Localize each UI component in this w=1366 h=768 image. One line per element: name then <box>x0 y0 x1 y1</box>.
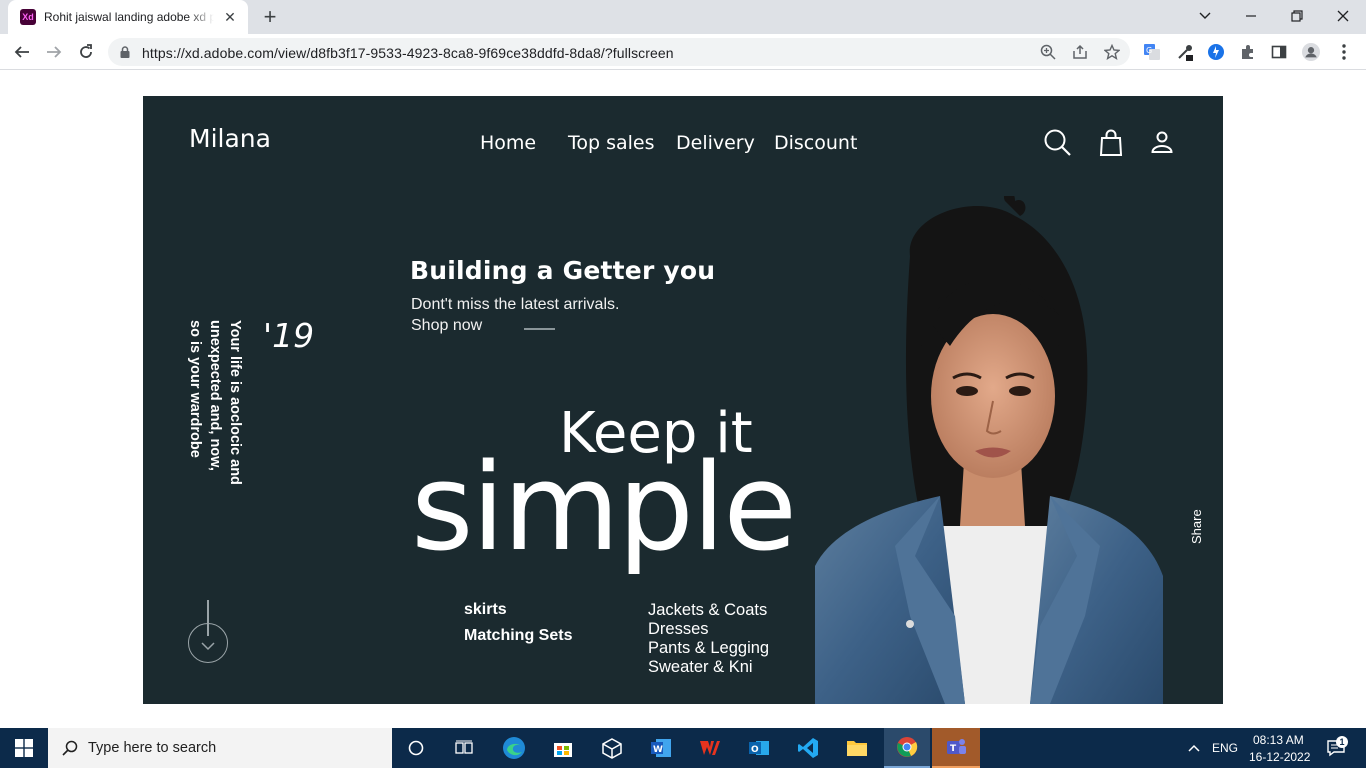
new-tab-icon[interactable]: + <box>258 6 282 30</box>
blue-extension-icon[interactable] <box>1207 43 1225 61</box>
back-arrow-icon[interactable] <box>10 40 34 64</box>
shop-now-dash <box>524 328 555 330</box>
show-hidden-icons-chevron-icon[interactable] <box>1184 728 1204 768</box>
browser-tab-strip: Xd Rohit jaiswal landing adobe xd p ✕ + <box>0 0 1366 34</box>
forward-arrow-icon[interactable] <box>42 40 66 64</box>
teams-icon[interactable]: T <box>932 728 980 768</box>
share-link[interactable]: Share <box>1189 509 1204 544</box>
nav-home[interactable]: Home <box>480 132 536 154</box>
category-jackets-coats[interactable]: Jackets & Coats <box>648 601 767 621</box>
clock-time[interactable]: 08:13 AM <box>1253 733 1304 747</box>
adobe-xd-favicon-icon: Xd <box>20 9 36 25</box>
lock-icon <box>120 46 130 58</box>
close-window-icon[interactable] <box>1328 4 1358 28</box>
extensions-puzzle-icon[interactable] <box>1239 43 1257 61</box>
landing-page-artboard: Milana Home Top sales Delivery Discount … <box>143 96 1223 704</box>
category-matching-sets[interactable]: Matching Sets <box>464 627 572 645</box>
tagline-line-1: Your life is aoclocic and <box>227 320 243 485</box>
restore-icon[interactable] <box>1282 4 1312 28</box>
svg-text:T: T <box>950 744 957 754</box>
shopping-bag-icon[interactable] <box>1096 128 1126 158</box>
nav-delivery[interactable]: Delivery <box>676 132 755 154</box>
microsoft-store-icon[interactable] <box>543 728 583 768</box>
windows-taskbar: Type here to search W O T ENG 08:13 AM 1… <box>0 728 1366 768</box>
word-icon[interactable]: W <box>641 728 681 768</box>
share-page-icon[interactable] <box>1072 44 1088 60</box>
edge-browser-icon[interactable] <box>494 728 534 768</box>
svg-text:G: G <box>1146 46 1152 55</box>
3d-box-app-icon[interactable] <box>592 728 632 768</box>
address-bar[interactable]: https://xd.adobe.com/view/d8fb3f17-9533-… <box>108 38 1130 66</box>
scroll-down-button[interactable] <box>188 623 228 663</box>
shop-now-link[interactable]: Shop now <box>411 317 482 335</box>
chrome-icon[interactable] <box>884 728 930 768</box>
tab-close-icon[interactable]: ✕ <box>222 9 238 25</box>
wps-office-icon[interactable] <box>690 728 730 768</box>
vscode-icon[interactable] <box>788 728 828 768</box>
browser-toolbar: https://xd.adobe.com/view/d8fb3f17-9533-… <box>0 34 1366 70</box>
profile-avatar-icon[interactable] <box>1302 43 1320 61</box>
notification-badge: 1 <box>1336 736 1348 748</box>
nav-discount[interactable]: Discount <box>774 132 857 154</box>
category-sweater-knit[interactable]: Sweater & Kni <box>648 658 753 678</box>
category-dresses[interactable]: Dresses <box>648 620 709 640</box>
eyedropper-extension-icon[interactable] <box>1176 43 1194 61</box>
file-explorer-icon[interactable] <box>837 728 877 768</box>
category-skirts[interactable]: skirts <box>464 601 507 619</box>
vertical-tagline: Your life is aoclocic and unexpected and… <box>183 320 245 500</box>
bookmark-star-icon[interactable] <box>1104 44 1120 60</box>
cortana-icon[interactable] <box>398 728 434 768</box>
task-view-icon[interactable] <box>446 728 482 768</box>
browser-menu-icon[interactable] <box>1335 43 1353 61</box>
tab-title: Rohit jaiswal landing adobe xd p <box>44 10 214 24</box>
brand-logo[interactable]: Milana <box>189 124 271 153</box>
hero-headline: Building a Getter you <box>410 256 716 285</box>
search-icon[interactable] <box>1043 128 1073 158</box>
browser-tab[interactable]: Xd Rohit jaiswal landing adobe xd p ✕ <box>8 0 248 34</box>
tab-search-chevron-icon[interactable] <box>1190 4 1220 28</box>
side-panel-icon[interactable] <box>1270 43 1288 61</box>
google-translate-icon[interactable]: G <box>1143 43 1161 61</box>
year-label: '19 <box>263 316 315 355</box>
reload-icon[interactable] <box>74 40 98 64</box>
zoom-icon[interactable] <box>1040 44 1056 60</box>
search-icon <box>62 740 78 756</box>
category-pants-legging[interactable]: Pants & Legging <box>648 639 769 659</box>
language-indicator[interactable]: ENG <box>1212 741 1238 755</box>
outlook-icon[interactable]: O <box>739 728 779 768</box>
clock-date[interactable]: 16-12-2022 <box>1249 750 1310 764</box>
arrow-down-icon <box>200 641 215 650</box>
notification-center-icon[interactable]: 1 <box>1318 728 1354 768</box>
taskbar-search-box[interactable]: Type here to search <box>48 728 392 768</box>
windows-start-icon[interactable] <box>0 728 48 768</box>
simple-text: simple <box>411 439 797 578</box>
hero-subline: Dont't miss the latest arrivals. <box>411 296 620 313</box>
nav-top-sales[interactable]: Top sales <box>568 132 655 154</box>
url-text: https://xd.adobe.com/view/d8fb3f17-9533-… <box>142 45 674 61</box>
svg-text:W: W <box>653 745 663 755</box>
tagline-line-3: so is your wardrobe <box>187 320 203 458</box>
search-placeholder: Type here to search <box>88 740 217 756</box>
tagline-line-2: unexpected and, now, <box>207 320 223 471</box>
svg-text:O: O <box>751 745 759 755</box>
user-account-icon[interactable] <box>1147 128 1177 158</box>
minimize-icon[interactable] <box>1236 4 1266 28</box>
model-photo <box>815 196 1163 704</box>
